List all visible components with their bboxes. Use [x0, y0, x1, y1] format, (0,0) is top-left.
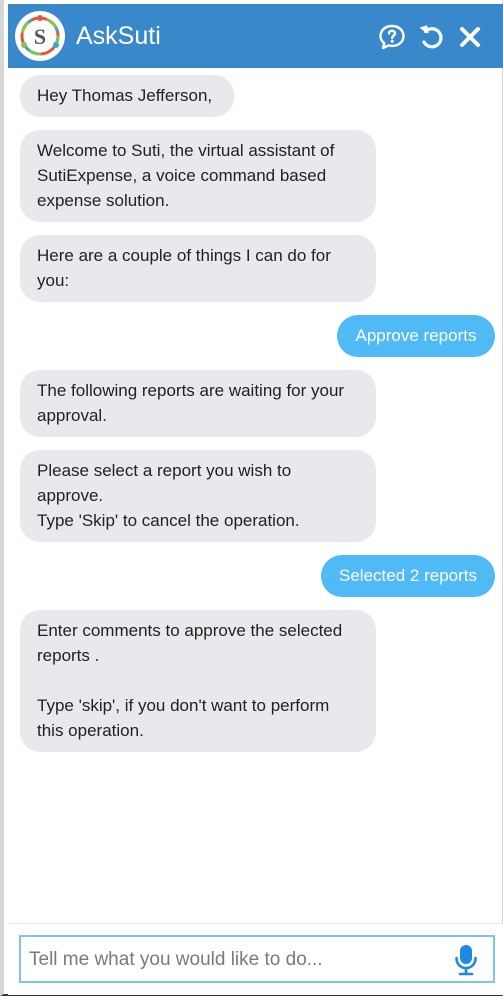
bot-message: Please select a report you wish to appro…: [20, 450, 376, 542]
message-input-box: [19, 935, 495, 983]
user-message: Selected 2 reports: [321, 555, 495, 597]
bot-message: Here are a couple of things I can do for…: [20, 235, 376, 302]
chat-window: S AskSuti Hey Thomas Jefferson, Welcome: [0, 0, 503, 996]
user-message: Approve reports: [337, 315, 495, 357]
svg-text:S: S: [34, 24, 46, 49]
bot-message: Hey Thomas Jefferson,: [20, 75, 234, 117]
bot-message: The following reports are waiting for yo…: [20, 370, 376, 437]
suti-logo: S: [15, 11, 65, 61]
chat-header: S AskSuti: [8, 4, 503, 68]
composer: [8, 923, 503, 995]
close-button[interactable]: [455, 22, 485, 52]
bot-message: Enter comments to approve the selected r…: [20, 610, 376, 752]
chat-messages: Hey Thomas Jefferson, Welcome to Suti, t…: [8, 68, 503, 923]
reset-icon: [420, 25, 443, 49]
microphone-icon: [455, 945, 477, 976]
microphone-button[interactable]: [451, 943, 481, 977]
close-icon: [460, 27, 480, 47]
message-input[interactable]: [27, 939, 441, 981]
help-icon: [379, 24, 405, 50]
suti-logo-icon: S: [20, 15, 60, 56]
reset-button[interactable]: [417, 22, 447, 52]
help-button[interactable]: [377, 22, 407, 52]
chat-title: AskSuti: [76, 22, 161, 50]
bot-message: Welcome to Suti, the virtual assistant o…: [20, 130, 376, 222]
